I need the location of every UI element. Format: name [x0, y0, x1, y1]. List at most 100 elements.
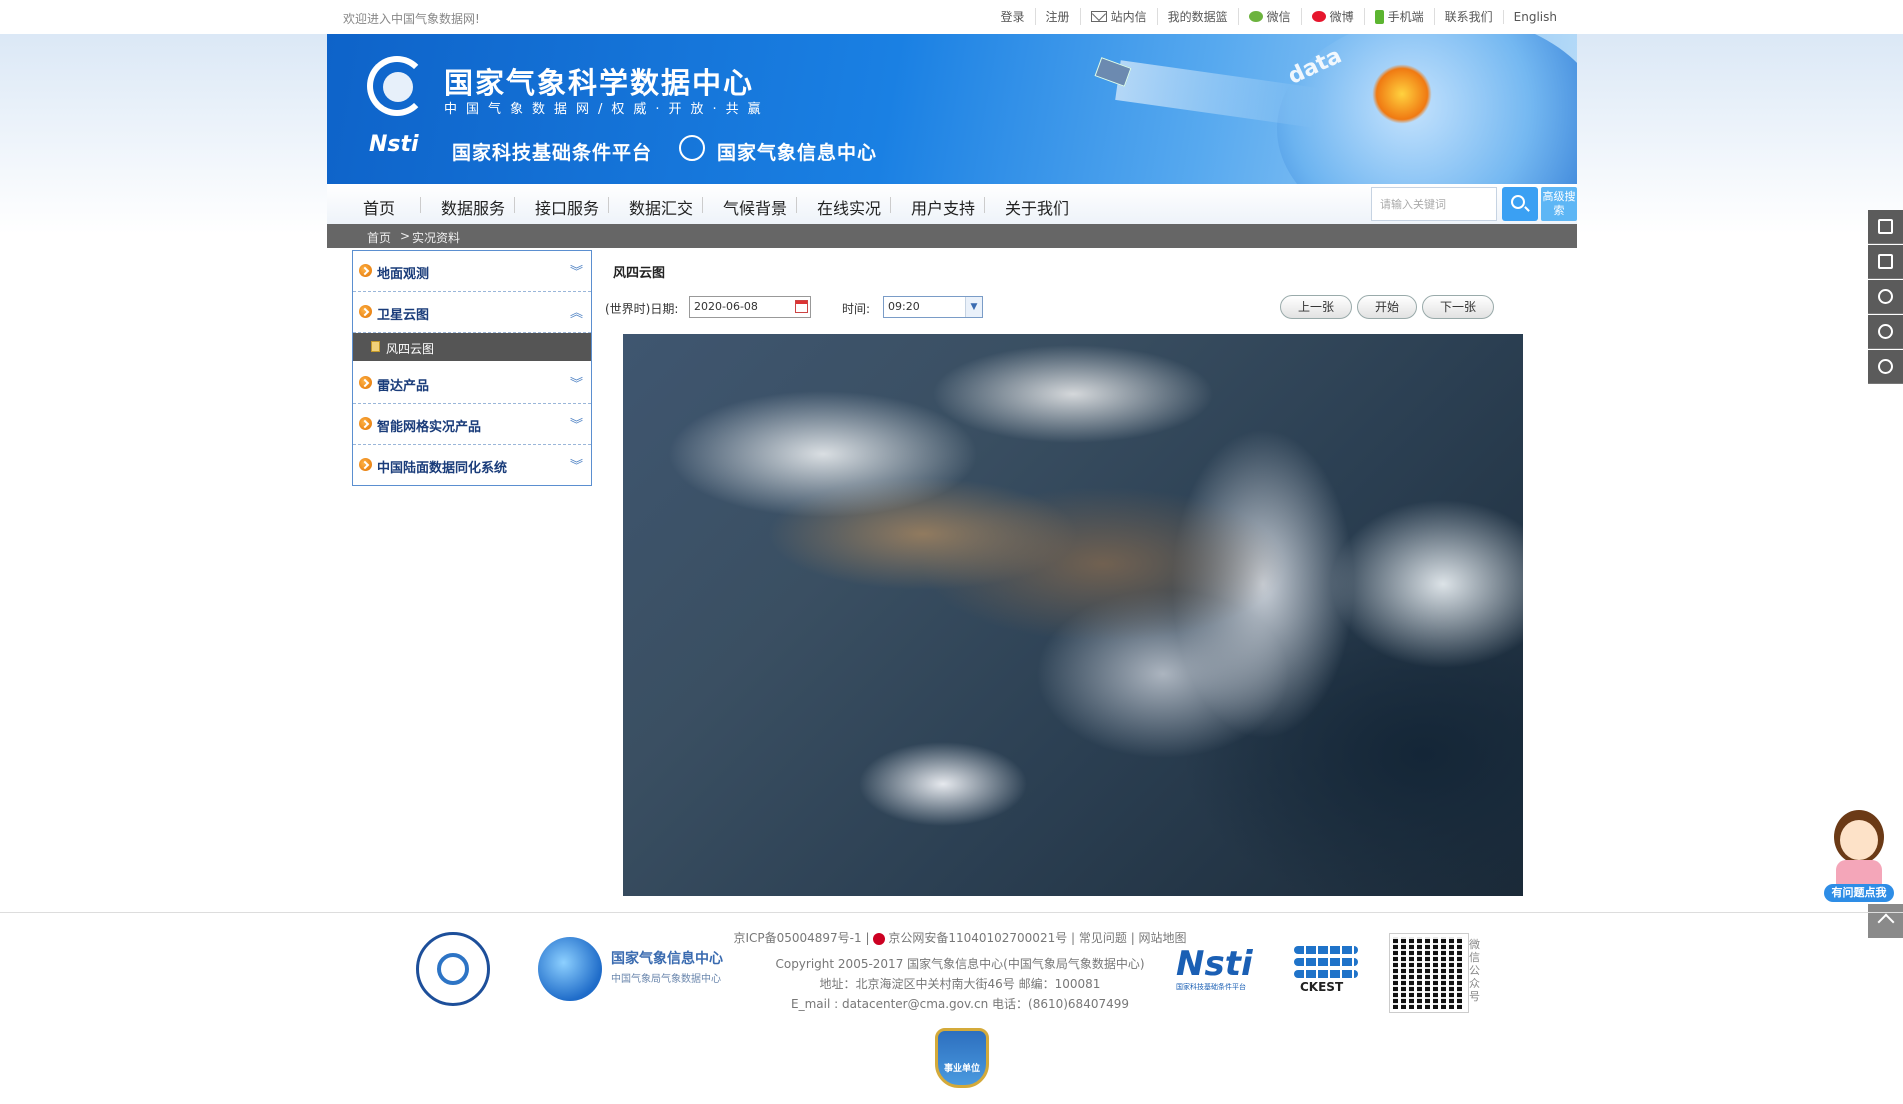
- assistant-avatar-face: [1840, 820, 1878, 860]
- header-banner: data 国家气象科学数据中心 中国气象数据网/权威·开放·共赢 Nsti 国家…: [327, 34, 1577, 184]
- time-select-value: 09:20: [888, 300, 920, 313]
- ckest-logo-text: CKEST: [1300, 980, 1344, 994]
- nsti-footer-logo: Nsti: [1176, 944, 1253, 984]
- nav-about[interactable]: 关于我们: [1005, 195, 1069, 219]
- public-institution-badge[interactable]: 事业单位: [935, 1028, 989, 1088]
- cma-logo: [416, 932, 490, 1006]
- nav-divider: [890, 197, 891, 213]
- search-input[interactable]: 请输入关键词: [1371, 187, 1497, 221]
- arrow-bullet-icon: [359, 458, 372, 471]
- mobile-link[interactable]: 手机端: [1363, 8, 1434, 25]
- chevron-down-icon: ▼: [965, 297, 982, 317]
- ckest-logo: CKEST: [1290, 944, 1362, 994]
- login-link[interactable]: 登录: [991, 8, 1035, 25]
- nmic-logo: [538, 937, 602, 1001]
- contact-link[interactable]: 联系我们: [1433, 8, 1503, 25]
- help-label: 有问题点我: [1824, 884, 1894, 902]
- nav-divider: [514, 197, 515, 213]
- sidebar: 地面观测 ︾ 卫星云图 ︽ 风四云图 雷达产品 ︾ 智能网格实况产品 ︾ 中国陆…: [352, 250, 592, 486]
- nav-data-submit[interactable]: 数据汇交: [629, 195, 693, 219]
- sidebar-item-grid[interactable]: 智能网格实况产品 ︾: [353, 404, 591, 445]
- nav-api-service[interactable]: 接口服务: [535, 195, 599, 219]
- copyright-text: Copyright 2005-2017 国家气象信息中心(中国气象局气象数据中心…: [775, 957, 1145, 971]
- platform-name: 国家科技基础条件平台: [452, 142, 653, 164]
- arrow-bullet-icon: [359, 417, 372, 430]
- user-icon: [1878, 324, 1893, 339]
- footer-divider: [0, 912, 1903, 913]
- chevron-down-icon: ︾: [569, 418, 583, 433]
- date-label: (世界时)日期:: [605, 302, 679, 316]
- arrow-bullet-icon: [359, 305, 372, 318]
- breadcrumb: 首页 > 实况资料: [327, 224, 1577, 248]
- police-record-link[interactable]: 京公网安备11040102700021号 | 常见问题 | 网站地图: [888, 931, 1186, 945]
- float-cart-button[interactable]: [1868, 245, 1903, 279]
- ckest-wave: [1294, 970, 1358, 978]
- cart-icon: [1878, 254, 1893, 269]
- headset-icon: [1878, 359, 1893, 374]
- nav-live[interactable]: 在线实况: [817, 195, 881, 219]
- time-select[interactable]: 09:20 ▼: [883, 296, 983, 318]
- breadcrumb-home[interactable]: 首页: [367, 229, 391, 246]
- sidebar-item-radar[interactable]: 雷达产品 ︾: [353, 363, 591, 404]
- phone-icon: [1374, 9, 1384, 24]
- ckest-wave: [1294, 958, 1358, 966]
- assistant-avatar-body: [1836, 860, 1882, 884]
- wechat-icon: [1248, 11, 1263, 22]
- start-button[interactable]: 开始: [1357, 295, 1417, 319]
- police-badge-icon: [873, 932, 886, 945]
- center-name: 国家气象信息中心: [717, 142, 878, 164]
- data-basket-link[interactable]: 我的数据篮: [1156, 8, 1238, 25]
- chevron-down-icon: ︾: [569, 265, 583, 280]
- nav-climate[interactable]: 气候背景: [723, 195, 787, 219]
- badge-label: 事业单位: [943, 1064, 980, 1074]
- weibo-icon: [1311, 11, 1326, 22]
- arrow-bullet-icon: [359, 264, 372, 277]
- calendar-icon[interactable]: [795, 300, 808, 313]
- time-label: 时间:: [842, 302, 871, 316]
- help-assistant-button[interactable]: 有问题点我: [1822, 808, 1896, 904]
- english-link[interactable]: English: [1502, 9, 1567, 24]
- date-field[interactable]: 2020-06-08: [689, 296, 811, 318]
- back-to-top-button[interactable]: [1868, 904, 1903, 938]
- weibo-link[interactable]: 微博: [1300, 8, 1364, 25]
- arrow-bullet-icon: [359, 376, 372, 389]
- nav-divider: [608, 197, 609, 213]
- nav-support[interactable]: 用户支持: [911, 195, 975, 219]
- sidebar-item-satellite[interactable]: 卫星云图 ︽: [353, 292, 591, 333]
- document-icon: [371, 341, 380, 352]
- float-document-button[interactable]: [1868, 210, 1903, 244]
- prev-button[interactable]: 上一张: [1280, 295, 1352, 319]
- main-nav: 首页 数据服务 接口服务 数据汇交 气候背景 在线实况 用户支持 关于我们 请输…: [327, 184, 1577, 225]
- wechat-link[interactable]: 微信: [1237, 8, 1301, 25]
- sidebar-item-surface[interactable]: 地面观测 ︾: [353, 251, 591, 292]
- float-favorite-button[interactable]: [1868, 280, 1903, 314]
- document-icon: [1878, 219, 1893, 234]
- phoenix-graphic: [1372, 64, 1432, 124]
- next-button[interactable]: 下一张: [1422, 295, 1494, 319]
- welcome-text: 欢迎进入中国气象数据网!: [343, 12, 480, 26]
- register-link[interactable]: 注册: [1034, 8, 1080, 25]
- nav-divider: [420, 197, 421, 213]
- search-button[interactable]: [1502, 187, 1538, 221]
- nav-divider: [796, 197, 797, 213]
- contact-text: E_mail : datacenter@cma.gov.cn 电话：(8610)…: [791, 997, 1129, 1011]
- nav-home[interactable]: 首页: [363, 195, 395, 219]
- nav-divider: [984, 197, 985, 213]
- sidebar-item-cldas[interactable]: 中国陆面数据同化系统 ︾: [353, 445, 591, 485]
- wechat-qr-label: 微信公众号: [1469, 938, 1480, 1003]
- float-user-button[interactable]: [1868, 315, 1903, 349]
- nav-data-service[interactable]: 数据服务: [441, 195, 505, 219]
- icp-link[interactable]: 京ICP备05004897号-1 |: [733, 931, 869, 945]
- float-service-button[interactable]: [1868, 350, 1903, 384]
- nsti-footer-subtitle: 国家科技基础条件平台: [1176, 983, 1246, 991]
- mail-icon: [1090, 11, 1107, 22]
- sidebar-subitem-fy4[interactable]: 风四云图: [353, 333, 591, 361]
- satellite-cloud-image: [623, 334, 1523, 896]
- top-links: 登录 注册 站内信 我的数据篮 微信 微博 手机端 联系我们 English: [991, 8, 1567, 25]
- wechat-qr-code: [1390, 934, 1468, 1012]
- breadcrumb-current: 实况资料: [412, 231, 461, 245]
- advanced-search-button[interactable]: 高级搜索: [1541, 187, 1577, 221]
- inbox-link[interactable]: 站内信: [1079, 8, 1157, 25]
- nsti-logo: Nsti: [369, 132, 419, 157]
- chevron-down-icon: ︾: [569, 377, 583, 392]
